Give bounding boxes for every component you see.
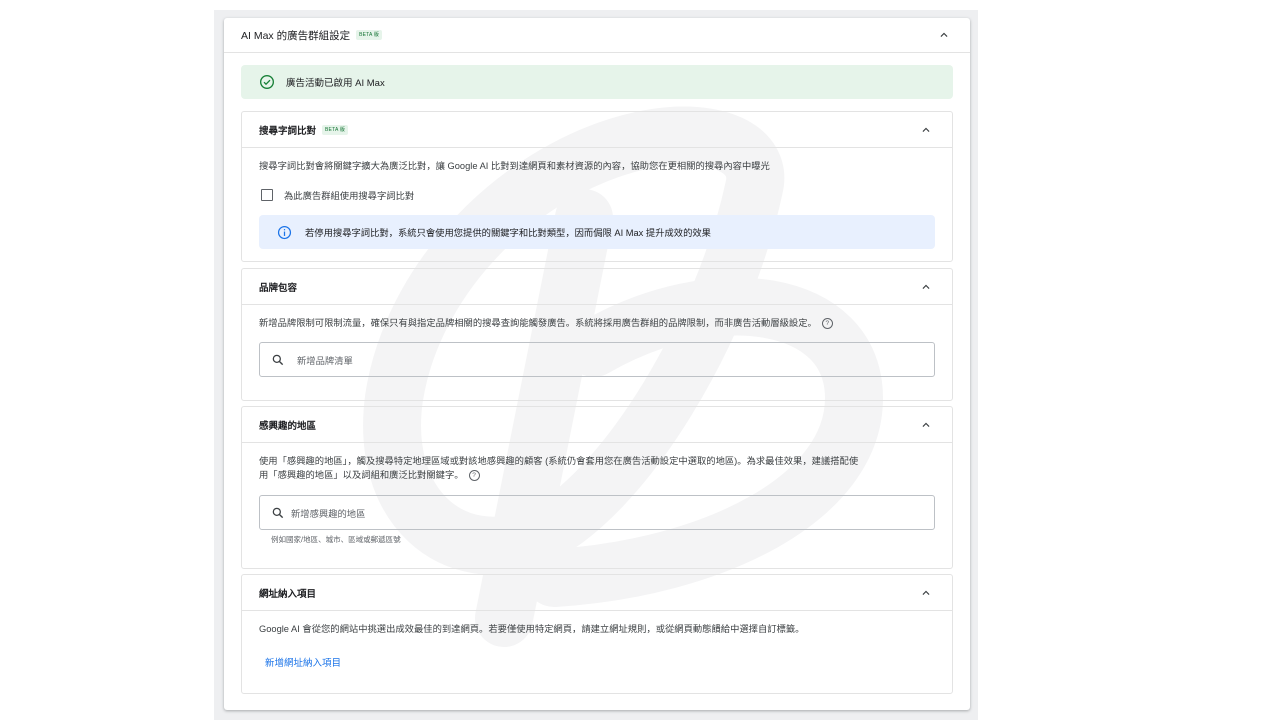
location-search-input[interactable]: 新增感興趣的地區 <box>259 495 935 530</box>
section-title: 品牌包容 <box>259 282 298 294</box>
search-term-matching-checkbox[interactable] <box>261 189 273 201</box>
info-icon <box>277 225 292 239</box>
description-line-2-text: 用「感興趣的地區」以及詞組和廣泛比對關鍵字。 <box>259 470 464 480</box>
search-placeholder: 新增感興趣的地區 <box>291 508 366 519</box>
help-icon[interactable]: ? <box>821 318 833 330</box>
locations-of-interest-section: 感興趣的地區 使用「感興趣的地區」，觸及搜尋特定地理區域或對該地感興趣的顧客 (… <box>241 406 953 569</box>
brand-list-search-input[interactable]: 新增品牌清單 <box>259 342 935 377</box>
beta-badge: BETA 版 <box>356 30 383 40</box>
status-text: 廣告活動已啟用 AI Max <box>286 78 385 89</box>
description-line-2: 用「感興趣的地區」以及詞組和廣泛比對關鍵字。? <box>259 468 930 482</box>
section-description: 搜尋字詞比對會將關鍵字擴大為廣泛比對，讓 Google AI 比對到達網頁和素材… <box>259 161 770 171</box>
check-circle-icon <box>260 75 274 89</box>
url-inclusions-section: 網址納入項目 Google AI 會從您的網站中挑選出成效最佳的到達網頁。若要僅… <box>241 574 953 694</box>
chevron-up-icon[interactable] <box>918 585 934 601</box>
chevron-up-icon[interactable] <box>936 27 952 43</box>
search-term-matching-header[interactable]: 搜尋字詞比對 BETA 版 <box>242 112 952 148</box>
chevron-up-icon[interactable] <box>918 279 934 295</box>
section-title: 搜尋字詞比對 <box>259 125 317 137</box>
section-title: 網址納入項目 <box>259 588 317 600</box>
search-icon <box>272 507 284 518</box>
description-text: 新增品牌限制可限制流量，確保只有與指定品牌相關的搜尋查詢能觸發廣告。系統將採用廣… <box>259 318 817 328</box>
info-banner: 若停用搜尋字詞比對，系統只會使用您提供的關鍵字和比對類型，因而侷限 AI Max… <box>259 215 935 249</box>
ai-max-settings-card: AI Max 的廣告群組設定 BETA 版 廣告活動已啟用 AI Max 搜尋字… <box>224 18 970 710</box>
section-description: 使用「感興趣的地區」，觸及搜尋特定地理區域或對該地感興趣的顧客 (系統仍會套用您… <box>259 454 930 482</box>
checkbox-label: 為此廣告群組使用搜尋字詞比對 <box>284 191 415 201</box>
beta-badge: BETA 版 <box>322 124 349 135</box>
location-hint: 例如國家/地區、城市、區域或郵遞區號 <box>271 535 401 544</box>
brand-inclusions-section: 品牌包容 新增品牌限制可限制流量，確保只有與指定品牌相關的搜尋查詢能觸發廣告。系… <box>241 268 953 401</box>
chevron-up-icon[interactable] <box>918 122 934 138</box>
search-term-matching-checkbox-row[interactable]: 為此廣告群組使用搜尋字詞比對 <box>261 188 414 202</box>
section-description: 新增品牌限制可限制流量，確保只有與指定品牌相關的搜尋查詢能觸發廣告。系統將採用廣… <box>259 316 930 330</box>
description-line-1: 使用「感興趣的地區」，觸及搜尋特定地理區域或對該地感興趣的顧客 (系統仍會套用您… <box>259 456 859 466</box>
add-url-inclusion-link[interactable]: 新增網址納入項目 <box>265 655 341 669</box>
brand-inclusions-header[interactable]: 品牌包容 <box>242 269 952 305</box>
url-inclusions-header[interactable]: 網址納入項目 <box>242 575 952 611</box>
section-description: Google AI 會從您的網站中挑選出成效最佳的到達網頁。若要僅使用特定網頁，… <box>259 624 805 634</box>
chevron-up-icon[interactable] <box>918 417 934 433</box>
ai-max-enabled-banner: 廣告活動已啟用 AI Max <box>241 65 953 99</box>
info-text: 若停用搜尋字詞比對，系統只會使用您提供的關鍵字和比對類型，因而侷限 AI Max… <box>305 228 711 238</box>
search-placeholder: 新增品牌清單 <box>297 355 353 366</box>
help-icon[interactable]: ? <box>468 470 480 482</box>
search-icon <box>272 354 284 365</box>
card-title: AI Max 的廣告群組設定 <box>241 29 351 42</box>
section-title: 感興趣的地區 <box>259 420 317 432</box>
card-header[interactable]: AI Max 的廣告群組設定 BETA 版 <box>224 18 970 53</box>
locations-of-interest-header[interactable]: 感興趣的地區 <box>242 407 952 443</box>
search-term-matching-section: 搜尋字詞比對 BETA 版 搜尋字詞比對會將關鍵字擴大為廣泛比對，讓 Googl… <box>241 111 953 262</box>
